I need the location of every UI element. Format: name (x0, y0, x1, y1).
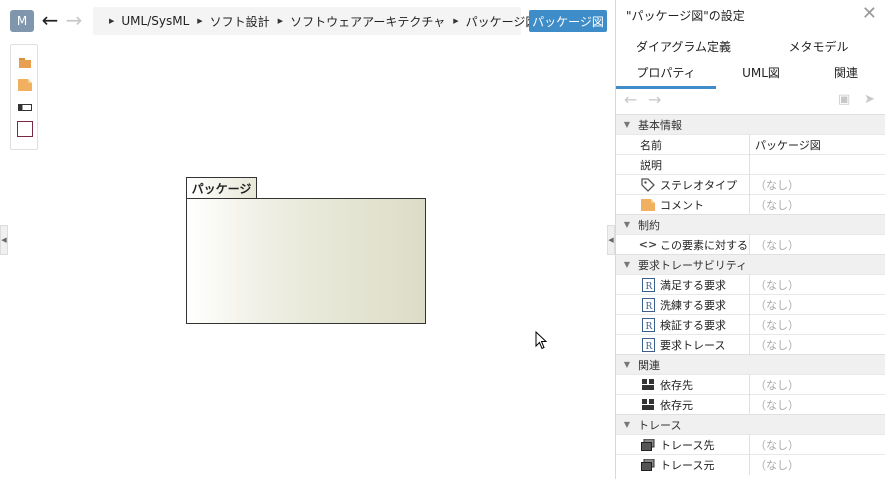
requirement-icon: R (640, 277, 656, 292)
collapse-triangle-icon: ▼ (623, 360, 631, 369)
package-tab[interactable]: パッケージ (186, 177, 257, 199)
tab-properties[interactable]: プロパティ (616, 64, 716, 89)
model-icon[interactable]: ▣ (838, 92, 850, 107)
caret-right-icon: ▶ (197, 17, 203, 25)
breadcrumb: ▶ UML/SysML ▶ ソフト設計 ▶ ソフトウェアアーキテクチャ ▶ パッケージ図 (93, 7, 537, 35)
section-header[interactable]: ▼ 要求トレーサビリティ (616, 254, 885, 274)
property-row[interactable]: R 要求トレース （なし） (616, 334, 885, 355)
requirement-icon: R (640, 317, 656, 332)
property-row[interactable]: <> この要素に対する… （なし） (616, 234, 885, 255)
tool-palette (10, 44, 38, 150)
dependency-icon (640, 398, 656, 412)
requirement-icon: R (640, 337, 656, 352)
frame-tool-icon[interactable] (17, 99, 33, 115)
collapse-triangle-icon: ▼ (623, 420, 631, 429)
caret-right-icon: ▶ (453, 17, 459, 25)
comment-icon (640, 198, 656, 212)
property-row[interactable]: トレース元 （なし） (616, 454, 885, 475)
section-header[interactable]: ▼ 関連 (616, 354, 885, 374)
tag-icon (640, 177, 656, 192)
code-icon: <> (638, 238, 658, 251)
svg-text:R: R (645, 322, 652, 332)
property-row[interactable]: ステレオタイプ （なし） (616, 174, 885, 195)
tab-uml-diagram[interactable]: UML図 (716, 64, 806, 89)
section-header[interactable]: ▼ 基本情報 (616, 114, 885, 134)
note-tool-icon[interactable] (17, 77, 33, 93)
panel-toolbar: ← → ▣ ➤ (616, 88, 885, 112)
tab-diagram-definition[interactable]: ダイアグラム定義 (616, 38, 751, 55)
tab-relations[interactable]: 関連 (806, 64, 885, 89)
app-badge[interactable]: M (10, 10, 34, 32)
collapse-right-handle[interactable]: ◀ (607, 225, 615, 255)
breadcrumb-item[interactable]: ▶ ソフト設計 (197, 13, 269, 30)
trace-icon (640, 438, 656, 452)
forward-arrow-icon[interactable]: → (648, 90, 661, 109)
close-icon[interactable]: ✕ (862, 3, 877, 24)
collapse-triangle-icon: ▼ (623, 120, 631, 129)
collapse-triangle-icon: ▼ (623, 220, 631, 229)
property-row[interactable]: 依存元 （なし） (616, 394, 885, 415)
forward-arrow-icon[interactable]: → (63, 9, 85, 31)
top-bar: M ← → ▶ UML/SysML ▶ ソフト設計 ▶ ソフトウェアアーキテクチャ ▶… (0, 0, 615, 42)
navigate-icon[interactable]: ➤ (864, 92, 875, 107)
collapse-triangle-icon: ▼ (623, 260, 631, 269)
trace-icon (640, 458, 656, 472)
panel-title: "パッケージ図"の設定 (626, 9, 745, 23)
property-row[interactable]: R 満足する要求 （なし） (616, 274, 885, 295)
section-header[interactable]: ▼ 制約 (616, 214, 885, 234)
property-row[interactable]: 名前 パッケージ図 (616, 134, 885, 155)
settings-panel: "パッケージ図"の設定 ✕ ダイアグラム定義 メタモデル プロパティ UML図 … (615, 0, 885, 479)
collapse-left-handle[interactable]: ◀ (0, 225, 8, 255)
section-header[interactable]: ▼ トレース (616, 414, 885, 434)
requirement-icon: R (640, 297, 656, 312)
caret-right-icon: ▶ (277, 17, 284, 25)
mouse-cursor-icon (535, 331, 548, 350)
tab-metamodel[interactable]: メタモデル (751, 38, 885, 55)
breadcrumb-item[interactable]: ▶ パッケージ図 (453, 13, 537, 30)
back-arrow-icon[interactable]: ← (39, 9, 61, 31)
tab-row-top: ダイアグラム定義 メタモデル (616, 38, 885, 55)
svg-text:R: R (645, 302, 652, 312)
svg-text:R: R (645, 342, 652, 352)
dependency-icon (640, 378, 656, 392)
package-element[interactable] (186, 198, 426, 324)
caret-right-icon: ▶ (109, 17, 115, 25)
tab-row-bottom: プロパティ UML図 関連 (616, 64, 885, 89)
back-arrow-icon[interactable]: ← (624, 90, 637, 109)
property-row[interactable]: 依存先 （なし） (616, 374, 885, 395)
property-row[interactable]: コメント （なし） (616, 194, 885, 215)
diagram-type-button[interactable]: パッケージ図 (529, 10, 607, 32)
property-row[interactable]: 説明 (616, 154, 885, 175)
property-row[interactable]: トレース先 （なし） (616, 434, 885, 455)
breadcrumb-item[interactable]: ▶ ソフトウェアアーキテクチャ (278, 13, 446, 30)
package-tool-icon[interactable] (17, 55, 33, 71)
boundary-tool-icon[interactable] (17, 121, 33, 137)
breadcrumb-item[interactable]: ▶ UML/SysML (109, 14, 189, 28)
property-list: ▼ 基本情報 名前 パッケージ図 説明 ステレオタイプ （なし） コメント （なし… (616, 114, 885, 475)
property-row[interactable]: R 洗練する要求 （なし） (616, 294, 885, 315)
svg-text:R: R (645, 282, 652, 292)
property-row[interactable]: R 検証する要求 （なし） (616, 314, 885, 335)
